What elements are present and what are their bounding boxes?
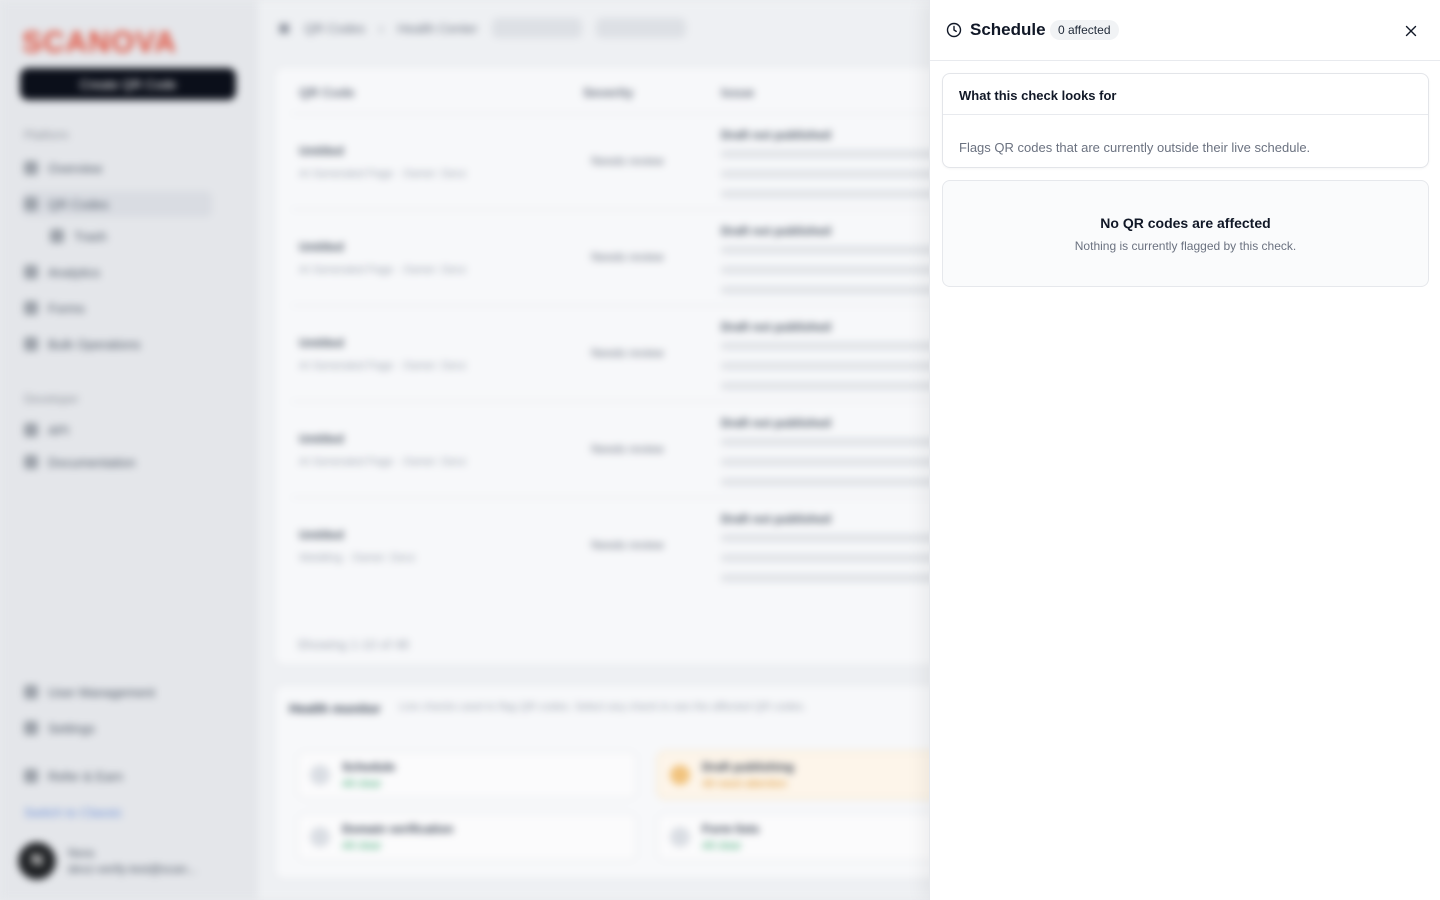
affected-count-badge: 0 affected bbox=[1050, 20, 1119, 40]
empty-state-title: No QR codes are affected bbox=[1100, 215, 1271, 231]
health-monitor: Health monitor Live checks used to flag … bbox=[274, 684, 974, 880]
warning-icon bbox=[670, 765, 690, 785]
table-row[interactable]: Untitled AI Generated Page · Owner: Devz … bbox=[291, 113, 975, 209]
check-description-header: What this check looks for bbox=[943, 74, 1428, 115]
check-form-lists[interactable]: Form lists All clear bbox=[657, 813, 957, 861]
breadcrumb-separator-icon: › bbox=[379, 20, 384, 36]
toolbar-pill bbox=[595, 18, 686, 38]
sidebar-item-qr-codes[interactable]: QR Codes bbox=[22, 191, 212, 217]
sidebar-item-switch-classic[interactable]: Switch to Classic bbox=[22, 799, 212, 825]
table-row[interactable]: Untitled AI Generated Page · Owner: Devz … bbox=[291, 401, 975, 497]
table-row[interactable]: Untitled AI Generated Page · Owner: Devz … bbox=[291, 209, 975, 305]
breadcrumb-root[interactable]: QR Codes bbox=[304, 21, 365, 36]
check-description-text: Flags QR codes that are currently outsid… bbox=[959, 140, 1311, 155]
sidebar-item-forms[interactable]: Forms bbox=[22, 295, 212, 321]
sidebar-item-settings[interactable]: Settings bbox=[22, 715, 212, 741]
check-detail-drawer: Schedule 0 affected What this check look… bbox=[929, 0, 1440, 900]
pagination-summary: Showing 1-10 of 48 bbox=[297, 637, 410, 652]
user-name: Nora bbox=[68, 846, 95, 860]
close-button[interactable] bbox=[1400, 20, 1422, 42]
close-icon[interactable] bbox=[1405, 25, 1417, 37]
column-header-severity[interactable]: Severity bbox=[583, 85, 634, 100]
clock-icon bbox=[946, 22, 962, 38]
sidebar-toggle-icon[interactable]: ▣ bbox=[278, 20, 290, 36]
avatar: N bbox=[18, 842, 56, 880]
sidebar: SCANOVA Create QR Code Platform Overview… bbox=[0, 0, 258, 900]
check-draft-publishing[interactable]: Draft publishing 48 need attention bbox=[657, 751, 957, 799]
check-schedule[interactable]: Schedule All clear bbox=[297, 751, 637, 799]
form-icon bbox=[670, 827, 690, 847]
sidebar-item-api[interactable]: API bbox=[22, 417, 212, 443]
create-qr-button[interactable]: Create QR Code bbox=[20, 68, 236, 100]
table-row[interactable]: Untitled Wedding · Owner: Devz Needs revi… bbox=[291, 497, 975, 593]
check-domain-verification[interactable]: Domain verification All clear bbox=[297, 813, 637, 861]
section-developer: Developer bbox=[24, 392, 79, 406]
user-menu[interactable]: N Nora devz-verify-test@scan... bbox=[18, 842, 197, 880]
section-platform: Platform bbox=[24, 128, 69, 142]
issues-table: QR Code Severity Issue Untitled AI Genera… bbox=[274, 66, 975, 666]
sidebar-item-user-management[interactable]: User Management bbox=[22, 679, 212, 705]
empty-state-subtitle: Nothing is currently flagged by this che… bbox=[1074, 239, 1297, 253]
globe-icon bbox=[310, 827, 330, 847]
column-header-issue[interactable]: Issue bbox=[721, 85, 754, 100]
user-email: devz-verify-test@scan... bbox=[68, 862, 197, 876]
drawer-title: Schedule bbox=[970, 20, 1046, 39]
sidebar-item-documentation[interactable]: Documentation bbox=[22, 449, 212, 475]
health-monitor-desc: Live checks used to flag QR codes. Selec… bbox=[399, 701, 807, 713]
clock-icon bbox=[310, 765, 330, 785]
check-description-title: What this check looks for bbox=[959, 88, 1117, 103]
empty-state: No QR codes are affected Nothing is curr… bbox=[942, 180, 1429, 287]
table-row[interactable]: Untitled AI Generated Page · Owner: Devz … bbox=[291, 305, 975, 401]
drawer-header: Schedule 0 affected bbox=[930, 0, 1440, 61]
breadcrumb-current: Health Center bbox=[397, 20, 478, 36]
sidebar-item-trash[interactable]: Trash bbox=[48, 223, 208, 249]
sidebar-item-bulk-operations[interactable]: Bulk Operations bbox=[22, 331, 212, 357]
column-header-qr-code[interactable]: QR Code bbox=[299, 85, 355, 100]
check-description-card: What this check looks for Flags QR codes… bbox=[942, 73, 1429, 168]
logo: SCANOVA bbox=[22, 26, 177, 59]
sidebar-item-overview[interactable]: Overview bbox=[22, 155, 212, 181]
sidebar-item-refer[interactable]: Refer & Earn bbox=[22, 763, 212, 789]
breadcrumb: ▣ QR Codes › Health Center bbox=[278, 18, 686, 38]
sidebar-item-analytics[interactable]: Analytics bbox=[22, 259, 212, 285]
toolbar-pill bbox=[491, 18, 582, 38]
health-monitor-title: Health monitor bbox=[289, 701, 381, 716]
